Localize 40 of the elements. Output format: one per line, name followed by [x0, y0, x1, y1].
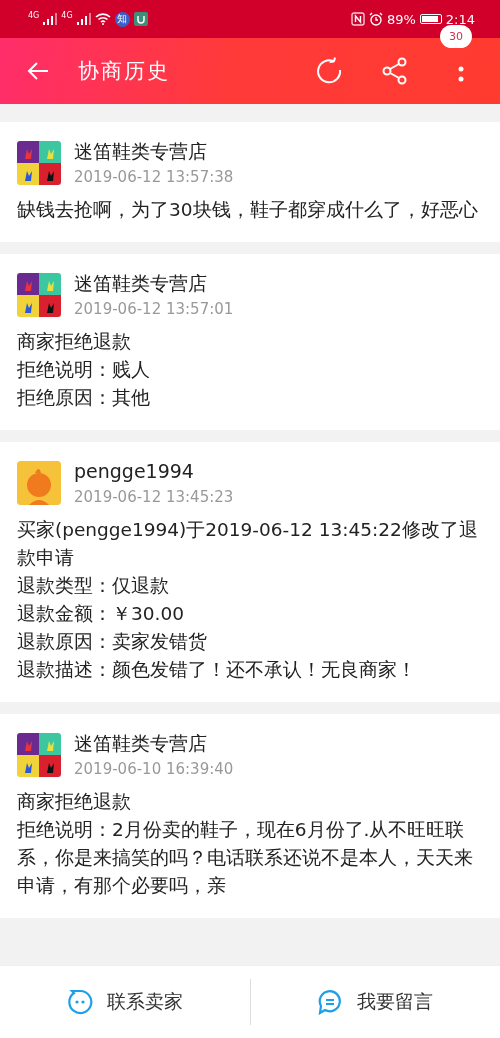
message-text: 买家(pengge1994)于2019-06-12 13:45:22修改了退款申请 — [17, 518, 479, 570]
message-text: 拒绝原因：其他 — [17, 386, 151, 410]
timestamp: 2019-06-12 13:45:23 — [74, 487, 234, 508]
message-text: 商家拒绝退款 — [17, 790, 132, 814]
timestamp: 2019-06-12 13:57:01 — [74, 299, 234, 320]
message-text: 缺钱去抢啊，为了30块钱，鞋子都穿成什么了，好恶心 — [17, 198, 479, 222]
timestamp: 2019-06-12 13:57:38 — [74, 167, 234, 188]
battery-percent: 89% — [386, 11, 416, 27]
message-text: 拒绝说明：贱人 — [17, 358, 151, 382]
message-text: 拒绝说明：2月份卖的鞋子，现在6月份了.从不旺旺联系，你是来搞笑的吗？电话联系还说不是本人，天天来申请，有那个必要吗，亲 — [17, 818, 474, 898]
alarm-icon — [368, 12, 383, 26]
sender-name: pengge1994 — [74, 459, 195, 484]
sender-name: 迷笛鞋类专营店 — [74, 139, 208, 164]
refresh-icon[interactable] — [314, 56, 344, 86]
page-title: 协商历史 — [78, 58, 170, 85]
clock: 2:14 — [445, 11, 475, 27]
network-label: 4G — [61, 11, 73, 20]
app-notification-icon — [133, 12, 148, 26]
sender-name: 迷笛鞋类专营店 — [74, 731, 208, 756]
battery-icon — [419, 14, 442, 24]
avatar — [17, 141, 61, 185]
signal-icon — [43, 13, 58, 25]
message-text: 退款原因：卖家发错货 — [17, 630, 208, 654]
avatar — [17, 733, 61, 777]
message-text: 退款类型：仅退款 — [17, 574, 170, 598]
message-text: 退款描述：颜色发错了！还不承认！无良商家！ — [17, 658, 417, 682]
notification-badge: 30 — [440, 25, 472, 48]
wifi-icon — [94, 13, 111, 25]
nfc-icon — [350, 12, 365, 26]
avatar — [17, 273, 61, 317]
sender-name: 迷笛鞋类专营店 — [74, 271, 208, 296]
message-text: 商家拒绝退款 — [17, 330, 132, 354]
chat-bubble-icon — [66, 989, 93, 1015]
network-label: 4G — [28, 11, 40, 20]
avatar — [17, 461, 61, 505]
timestamp: 2019-06-10 16:39:40 — [74, 759, 234, 780]
comment-icon — [317, 989, 344, 1015]
signal-icon — [76, 13, 91, 25]
message-text: 退款金额：￥30.00 — [17, 602, 185, 626]
app-notification-icon: 知 — [114, 11, 130, 27]
